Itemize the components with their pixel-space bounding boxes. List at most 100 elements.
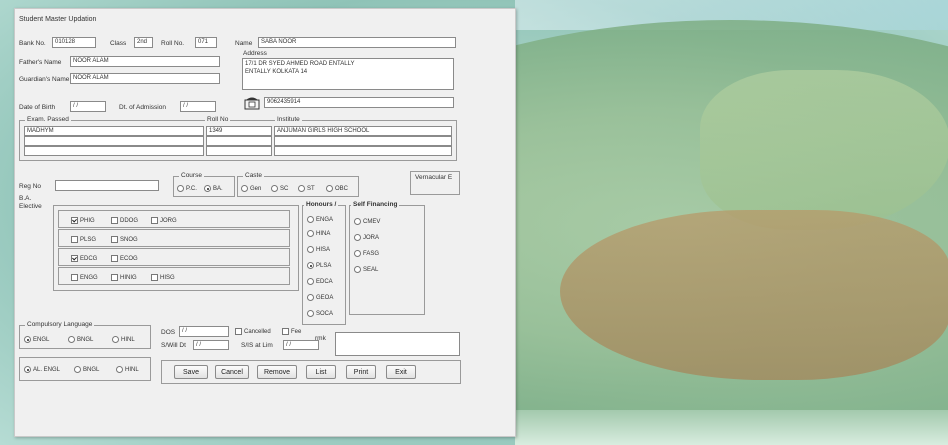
fee-checkbox[interactable]: Fee <box>282 328 301 335</box>
dob-label: Date of Birth <box>19 104 56 111</box>
honours-radio-hina[interactable]: HINA <box>307 230 330 237</box>
alt-radio-bngl[interactable]: BNGL <box>74 366 99 373</box>
address-input[interactable]: 17/1 DR SYED AHMED ROAD ENTALLY ENTALLY … <box>242 58 454 90</box>
compulsory-radio-hinl[interactable]: HINL <box>112 336 135 343</box>
remarks-input[interactable] <box>335 332 460 356</box>
slis-label: S/IS at Lim <box>241 342 273 349</box>
guardian-label: Guardian's Name <box>19 76 70 83</box>
elective-row-2: PLSG SNOG <box>58 229 290 247</box>
elective-edcg[interactable]: EDCG <box>71 255 97 262</box>
name-input[interactable]: SABA NOOR <box>258 37 456 48</box>
course-group: Course P.C. BA. <box>173 172 235 197</box>
alt-language-group: AL. ENGL BNGL HINL <box>19 357 151 381</box>
class-label: Class <box>110 40 127 47</box>
elective-label: Elective <box>19 203 42 210</box>
address-line-1: 17/1 DR SYED AHMED ROAD ENTALLY <box>245 61 355 67</box>
self-financing-jora[interactable]: JORA <box>354 234 379 241</box>
exam-roll-row2[interactable] <box>206 136 272 146</box>
caste-radio-st[interactable]: ST <box>298 185 315 192</box>
compulsory-radio-bngl[interactable]: BNGL <box>68 336 93 343</box>
honours-radio-geoa[interactable]: GEOA <box>307 294 333 301</box>
list-button[interactable]: List <box>306 365 336 379</box>
institute-row1[interactable]: ANJUMAN GIRLS HIGH SCHOOL <box>274 126 452 136</box>
caste-radio-sc[interactable]: SC <box>271 185 288 192</box>
self-financing-fasg[interactable]: FASG <box>354 250 379 257</box>
exam-roll-label: Roll No <box>205 116 231 123</box>
elective-ddog[interactable]: DDOG <box>111 217 138 224</box>
elective-ecog[interactable]: ECOG <box>111 255 138 262</box>
roll-no-label: Roll No. <box>161 40 185 47</box>
elective-engg[interactable]: ENGG <box>71 274 98 281</box>
alt-radio-al-engl[interactable]: AL. ENGL <box>24 366 60 373</box>
button-bar: Save Cancel Remove List Print Exit <box>161 360 461 384</box>
window-title: Student Master Updation <box>19 16 97 23</box>
elective-snog[interactable]: SNOG <box>111 236 138 243</box>
reg-no-input[interactable] <box>55 180 159 191</box>
honours-label: Honours / <box>304 201 339 208</box>
exam-roll-row3[interactable] <box>206 146 272 156</box>
vernacular-group: Vernacular E <box>410 171 460 195</box>
caste-radio-gen[interactable]: Gen <box>241 185 261 192</box>
exam-passed-row1[interactable]: MADHYM <box>24 126 204 136</box>
telephone-icon <box>244 96 260 110</box>
elective-hinig[interactable]: HINIG <box>111 274 137 281</box>
reg-no-label: Reg No <box>19 183 42 190</box>
dos-input[interactable]: / / <box>179 326 229 337</box>
name-label: Name <box>235 40 253 47</box>
admission-input[interactable]: / / <box>180 101 216 112</box>
address-line-2: ENTALLY KOLKATA 14 <box>245 69 308 75</box>
exam-passed-group: Exam. Passed Roll No Institute MADHYM 13… <box>19 116 457 161</box>
address-label: Address <box>243 50 267 57</box>
self-financing-label: Self Financing <box>351 201 400 208</box>
elective-plsg[interactable]: PLSG <box>71 236 96 243</box>
guardian-input[interactable]: NOOR ALAM <box>70 73 220 84</box>
elective-phig[interactable]: PHIG <box>71 217 95 224</box>
honours-radio-enga[interactable]: ENGA <box>307 216 333 223</box>
remove-button[interactable]: Remove <box>257 365 297 379</box>
compulsory-language-label: Compulsory Language <box>25 321 95 328</box>
honours-radio-hisa[interactable]: HISA <box>307 246 330 253</box>
bank-no-input[interactable]: 010128 <box>52 37 96 48</box>
father-input[interactable]: NOOR ALAM <box>70 56 220 67</box>
compulsory-radio-engl[interactable]: ENGL <box>24 336 49 343</box>
honours-group: Honours / ENGA HINA HISA PLSA EDCA GEOA … <box>302 201 346 325</box>
cancel-button[interactable]: Cancel <box>215 365 249 379</box>
exit-button[interactable]: Exit <box>386 365 416 379</box>
elective-row-1: PHIG DDOG JORG <box>58 210 290 228</box>
honours-radio-plsa[interactable]: PLSA <box>307 262 331 269</box>
exam-passed-label: Exam. Passed <box>25 116 71 123</box>
self-financing-seal[interactable]: SEAL <box>354 266 378 273</box>
save-button[interactable]: Save <box>174 365 208 379</box>
course-radio-ba[interactable]: BA. <box>204 185 223 192</box>
institute-row3[interactable] <box>274 146 452 156</box>
alt-radio-hinl[interactable]: HINL <box>116 366 139 373</box>
honours-radio-soca[interactable]: SOCA <box>307 310 333 317</box>
exam-passed-row2[interactable] <box>24 136 204 146</box>
institute-row2[interactable] <box>274 136 452 146</box>
cancelled-checkbox[interactable]: Cancelled <box>235 328 271 335</box>
exam-passed-row3[interactable] <box>24 146 204 156</box>
caste-label: Caste <box>243 172 264 179</box>
elective-row-3: EDCG ECOG <box>58 248 290 266</box>
dos-label: DOS <box>161 329 176 336</box>
compulsory-language-group: Compulsory Language ENGL BNGL HINL <box>19 321 151 349</box>
exam-roll-row1[interactable]: 1349 <box>206 126 272 136</box>
slwill-input[interactable]: / / <box>193 340 229 350</box>
course-radio-pc[interactable]: P.C. <box>177 185 197 192</box>
honours-radio-edca[interactable]: EDCA <box>307 278 333 285</box>
elective-row-4: ENGG HINIG HISG <box>58 267 290 285</box>
elective-hisg[interactable]: HISG <box>151 274 175 281</box>
course-label: Course <box>179 172 204 179</box>
self-financing-cmev[interactable]: CMEV <box>354 218 380 225</box>
print-button[interactable]: Print <box>346 365 376 379</box>
slis-input[interactable]: / / <box>283 340 319 350</box>
student-master-window: Student Master Updation Bank No. 010128 … <box>14 8 516 437</box>
phone-input[interactable]: 9062435914 <box>264 97 454 108</box>
slwill-label: S/Will Dt <box>161 342 186 349</box>
elective-jorg[interactable]: JORG <box>151 217 177 224</box>
caste-radio-obc[interactable]: OBC <box>326 185 348 192</box>
ba-label: B.A. <box>19 195 32 202</box>
dob-input[interactable]: / / <box>70 101 106 112</box>
roll-no-input[interactable]: 071 <box>195 37 217 48</box>
class-input[interactable]: 2nd <box>134 37 153 48</box>
